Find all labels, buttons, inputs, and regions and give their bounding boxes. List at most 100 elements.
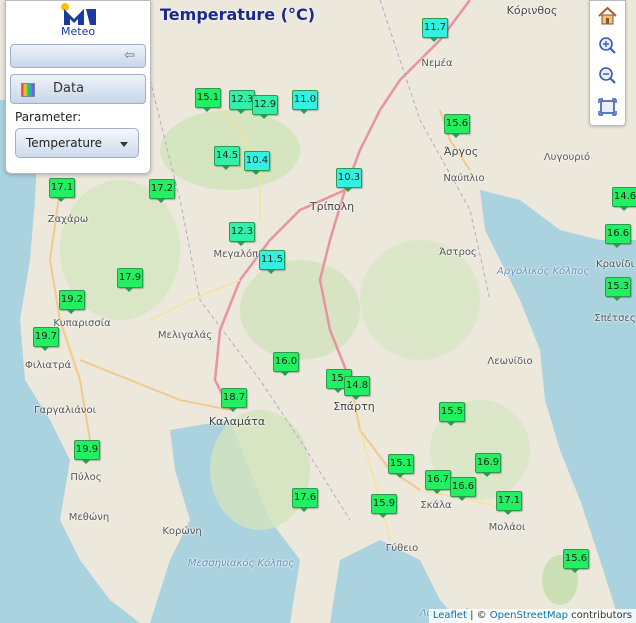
station-value: 16.6 [450, 477, 476, 497]
station-marker[interactable]: 16.6 [605, 224, 631, 248]
station-value: 14.6 [612, 187, 636, 207]
parameter-select-value: Temperature [26, 136, 103, 150]
place-label: Σπάρτη [333, 400, 375, 413]
marker-pointer-icon [457, 496, 467, 501]
station-value: 15.3 [605, 277, 631, 297]
marker-pointer-icon [124, 287, 134, 292]
station-marker[interactable]: 17.9 [117, 268, 143, 292]
marker-pointer-icon [236, 241, 246, 246]
openstreetmap-link[interactable]: OpenStreetMap [490, 610, 568, 621]
station-marker[interactable]: 15.3 [605, 277, 631, 301]
station-marker[interactable]: 10.4 [244, 151, 270, 175]
station-marker[interactable]: 16.0 [273, 352, 299, 376]
station-marker[interactable]: 15.5 [439, 402, 465, 426]
marker-pointer-icon [432, 489, 442, 494]
station-marker[interactable]: 11.0 [292, 90, 318, 114]
station-marker[interactable]: 16.7 [425, 470, 451, 494]
station-value: 16.9 [475, 453, 501, 473]
station-value: 10.4 [244, 151, 270, 171]
marker-pointer-icon [299, 507, 309, 512]
marker-pointer-icon [280, 371, 290, 376]
station-value: 15.1 [195, 88, 221, 108]
station-value: 16.7 [425, 470, 451, 490]
place-label: Τρίπολη [309, 200, 355, 213]
station-marker[interactable]: 15.1 [195, 88, 221, 112]
place-label: Μεθώνη [68, 512, 110, 523]
marker-pointer-icon [81, 459, 91, 464]
station-value: 14.5 [214, 146, 240, 166]
station-marker[interactable]: 17.2 [149, 179, 175, 203]
station-marker[interactable]: 14.8 [344, 376, 370, 400]
parameter-label: Parameter: [15, 110, 82, 124]
marker-pointer-icon [236, 109, 246, 114]
marker-pointer-icon [482, 472, 492, 477]
place-label: Φιλιατρά [24, 360, 72, 371]
marker-pointer-icon [66, 309, 76, 314]
station-marker[interactable]: 15.1 [388, 454, 414, 478]
station-marker[interactable]: 17.1 [496, 491, 522, 515]
station-marker[interactable]: 18.7 [221, 388, 247, 412]
place-label: Μεσσηνιακός Κόλπος [187, 558, 295, 569]
station-marker[interactable]: 11.5 [259, 250, 285, 274]
marker-pointer-icon [299, 109, 309, 114]
marker-pointer-icon [619, 206, 629, 211]
marker-pointer-icon [446, 421, 456, 426]
marker-pointer-icon [333, 388, 343, 393]
place-label: Λεωνίδιο [487, 356, 533, 367]
marker-pointer-icon [570, 568, 580, 573]
fullscreen-icon[interactable] [594, 94, 621, 120]
marker-pointer-icon [395, 473, 405, 478]
marker-pointer-icon [343, 187, 353, 192]
place-label: Μολάοι [488, 522, 526, 533]
marker-pointer-icon [259, 114, 269, 119]
place-label: Κορώνη [162, 526, 202, 537]
place-label: Κόρινθος [506, 4, 558, 17]
parameter-select[interactable]: Temperature [15, 128, 139, 158]
station-value: 17.2 [149, 179, 175, 199]
place-label: Καλαμάτα [208, 415, 266, 428]
station-value: 19.2 [59, 290, 85, 310]
control-panel: Meteo ⇦ Data Parameter: Temperature [5, 0, 151, 174]
station-value: 11.0 [292, 90, 318, 110]
station-marker[interactable]: 14.6 [612, 187, 636, 211]
station-marker[interactable]: 19.2 [59, 290, 85, 314]
home-icon[interactable] [594, 3, 621, 29]
place-label: Νεμέα [421, 58, 453, 69]
station-marker[interactable]: 14.5 [214, 146, 240, 170]
place-label: Ναύπλιο [443, 173, 485, 184]
place-label: Ζαχάρω [47, 214, 89, 225]
station-marker[interactable]: 12.3 [229, 222, 255, 246]
place-label: Κυπαρισσία [53, 318, 111, 329]
station-marker[interactable]: 12.9 [252, 95, 278, 119]
place-label: Γύθειο [385, 543, 419, 554]
marker-pointer-icon [266, 269, 276, 274]
station-marker[interactable]: 11.7 [422, 18, 448, 42]
attribution-contributors: contributors [568, 610, 632, 621]
data-button[interactable]: Data [10, 74, 146, 104]
station-marker[interactable]: 16.9 [475, 453, 501, 477]
marker-pointer-icon [251, 170, 261, 175]
station-value: 16.6 [605, 224, 631, 244]
station-marker[interactable]: 19.9 [74, 440, 100, 464]
station-marker[interactable]: 17.1 [49, 178, 75, 202]
map-toolbar [589, 0, 626, 126]
station-marker[interactable]: 17.6 [292, 488, 318, 512]
station-marker[interactable]: 15.9 [371, 494, 397, 518]
zoom-in-icon[interactable] [594, 33, 621, 59]
station-marker[interactable]: 16.6 [450, 477, 476, 501]
chevron-down-icon [120, 142, 128, 147]
logo-text: Meteo [61, 25, 96, 38]
collapse-panel-button[interactable]: ⇦ [10, 44, 146, 68]
station-marker[interactable]: 15.6 [563, 549, 589, 573]
station-marker[interactable]: 10.3 [336, 168, 362, 192]
station-marker[interactable]: 12.3 [229, 90, 255, 114]
station-marker[interactable]: 15.6 [444, 114, 470, 138]
zoom-out-icon[interactable] [594, 63, 621, 89]
station-marker[interactable]: 19.7 [33, 327, 59, 351]
meteo-logo: Meteo [56, 3, 104, 39]
map-attribution: Leaflet | © OpenStreetMap contributors [428, 609, 636, 623]
place-label: Άστρος [439, 247, 477, 258]
station-value: 15.6 [444, 114, 470, 134]
station-value: 17.9 [117, 268, 143, 288]
leaflet-link[interactable]: Leaflet [433, 610, 467, 621]
